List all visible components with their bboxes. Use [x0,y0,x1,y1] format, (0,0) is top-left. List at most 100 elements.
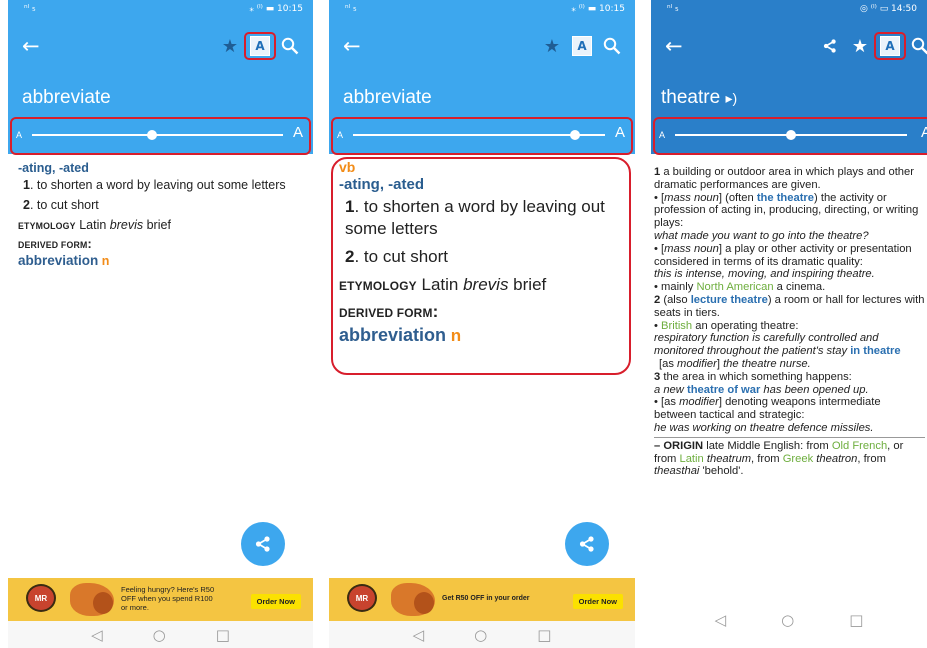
headword-text: theatre [661,87,721,108]
toolbar-actions: ★ A [537,33,627,59]
subsense: • [mass noun] (often the theatre) the ac… [654,192,925,230]
text: late Middle English: from [703,439,832,452]
toolbar-actions: ★ A [215,32,305,60]
star-icon[interactable]: ★ [537,33,567,59]
text: 'behold'. [699,465,744,478]
cross-reference[interactable]: in theatre [850,345,900,357]
etymology-label: Etymology [18,221,76,231]
food-image-2 [414,592,434,614]
font-size-button[interactable]: A [244,32,276,60]
etymology-text: Latin [416,275,464,294]
status-right: ⁎ ⁽ᴵ⁾ ▬ 10:15 [249,4,303,14]
derived-word-link[interactable]: abbreviation [18,253,98,268]
nav-back-icon[interactable]: ◁ [715,611,727,629]
region-label: British [661,319,693,332]
definition-content: -ating, -ated 1. to shorten a word by le… [18,160,307,269]
share-icon[interactable] [815,33,845,59]
font-size-button[interactable]: A [874,32,906,60]
nav-back-icon[interactable]: ◁ [91,626,103,644]
derived-word-link[interactable]: abbreviation [339,325,446,345]
text: • [654,319,662,332]
navigation-bar: ◁ ○ □ [329,621,635,648]
status-bar: ⁿˡ ₅ ⁎ ⁽ᴵ⁾ ▬ 10:15 [8,0,313,20]
text: a cinema. [773,281,826,294]
sense-1: 1 a building or outdoor area in which pl… [654,166,925,192]
food-image-2 [93,592,113,614]
signal-indicator: ⁿˡ ₅ [24,4,36,14]
font-size-icon: A [572,36,592,56]
font-size-icon: A [250,36,270,56]
nav-recent-icon[interactable]: □ [849,611,863,629]
ad-banner[interactable]: MR Get R50 OFF in your order Order Now [329,578,635,621]
back-arrow-icon[interactable]: ← [22,34,40,58]
subsense: • mainly North American a cinema. [654,281,925,294]
derived-entry: abbreviation n [18,253,307,269]
text: (also [660,293,691,306]
definition-content: 1 a building or outdoor area in which pl… [654,166,925,478]
text: • mainly [654,281,697,294]
navigation-bar: ◁ ○ □ [651,600,927,640]
subsense: • [mass noun] a play or other activity o… [654,243,925,269]
highlight-box [10,117,311,155]
headword: abbreviate [22,87,111,108]
subsense: • [as modifier] denoting weapons interme… [654,396,925,422]
cross-reference[interactable]: lecture theatre [691,294,768,306]
search-icon[interactable] [275,33,305,59]
phone-screen-2: ⁿˡ ₅ ⁎ ⁽ᴵ⁾ ▬ 10:15 ← ★ A abbreviate A A … [329,0,635,648]
cross-reference[interactable]: the theatre [757,192,814,204]
region-label: North American [696,281,774,294]
sense-3: 3 the area in which something happens: [654,371,925,384]
text: , from [751,452,783,465]
etymon: theatrum [706,452,752,465]
sense-text: the area in which something happens: [660,370,852,383]
ad-text: Feeling hungry? Here's R50 OFF when you … [121,585,215,612]
language-label: Old French [831,439,888,452]
origin: – ORIGIN late Middle English: from Old F… [654,440,925,478]
part-of-speech-header: vb [339,159,356,175]
nav-home-icon[interactable]: ○ [781,611,794,629]
sense-number: 1 [23,178,30,192]
navigation-bar: ◁ ○ □ [8,621,313,648]
phone-screen-1: ⁿˡ ₅ ⁎ ⁽ᴵ⁾ ▬ 10:15 ← ★ A abbreviate A A … [8,0,313,648]
headword: theatre ▸) [661,87,737,109]
share-icon [255,536,270,552]
definition-content: vb -ating, -ated 1. to shorten a word by… [339,160,629,347]
font-size-icon: A [880,36,900,56]
order-now-button[interactable]: Order Now [572,594,623,609]
order-now-button[interactable]: Order Now [250,594,301,609]
grammar-label: modifier [677,357,717,370]
search-icon[interactable] [905,33,927,59]
cross-reference[interactable]: theatre of war [687,384,760,396]
nav-home-icon[interactable]: ○ [153,626,166,644]
star-icon[interactable]: ★ [845,33,875,59]
nav-recent-icon[interactable]: □ [537,626,551,644]
back-arrow-icon[interactable]: ← [665,34,683,58]
speaker-icon[interactable]: ▸) [725,90,737,106]
nav-back-icon[interactable]: ◁ [413,626,425,644]
nav-home-icon[interactable]: ○ [474,626,487,644]
derived-label: Derived form [339,306,433,320]
share-button[interactable] [241,522,285,566]
ad-banner[interactable]: MR Feeling hungry? Here's R50 OFF when y… [8,578,313,621]
part-of-speech: n [101,254,110,268]
star-icon[interactable]: ★ [215,33,245,59]
text: • [as [654,396,680,409]
share-icon [579,536,594,552]
inflected-forms: -ating, -ated [339,176,424,193]
status-bar: ⁿˡ ₅ ⁎ ⁽ᴵ⁾ ▬ 10:15 [329,0,635,20]
etymology: Etymology Latin brevis brief [18,217,307,234]
back-arrow-icon[interactable]: ← [343,34,361,58]
signal-indicator: ⁿˡ ₅ [345,4,357,14]
nav-recent-icon[interactable]: □ [216,626,230,644]
derived-label: Derived form [18,240,88,250]
language-label: Latin [679,452,704,465]
derived-form: Derived form: [339,301,629,324]
highlight-box [331,117,633,155]
sense-text: . to shorten a word by leaving out some … [29,178,286,192]
font-size-button[interactable]: A [567,33,597,59]
text: • [ [654,191,665,204]
search-icon[interactable] [597,33,627,59]
share-button[interactable] [565,522,609,566]
sense-text: a building or outdoor area in which play… [654,166,914,191]
etymon: theatron [816,452,858,465]
